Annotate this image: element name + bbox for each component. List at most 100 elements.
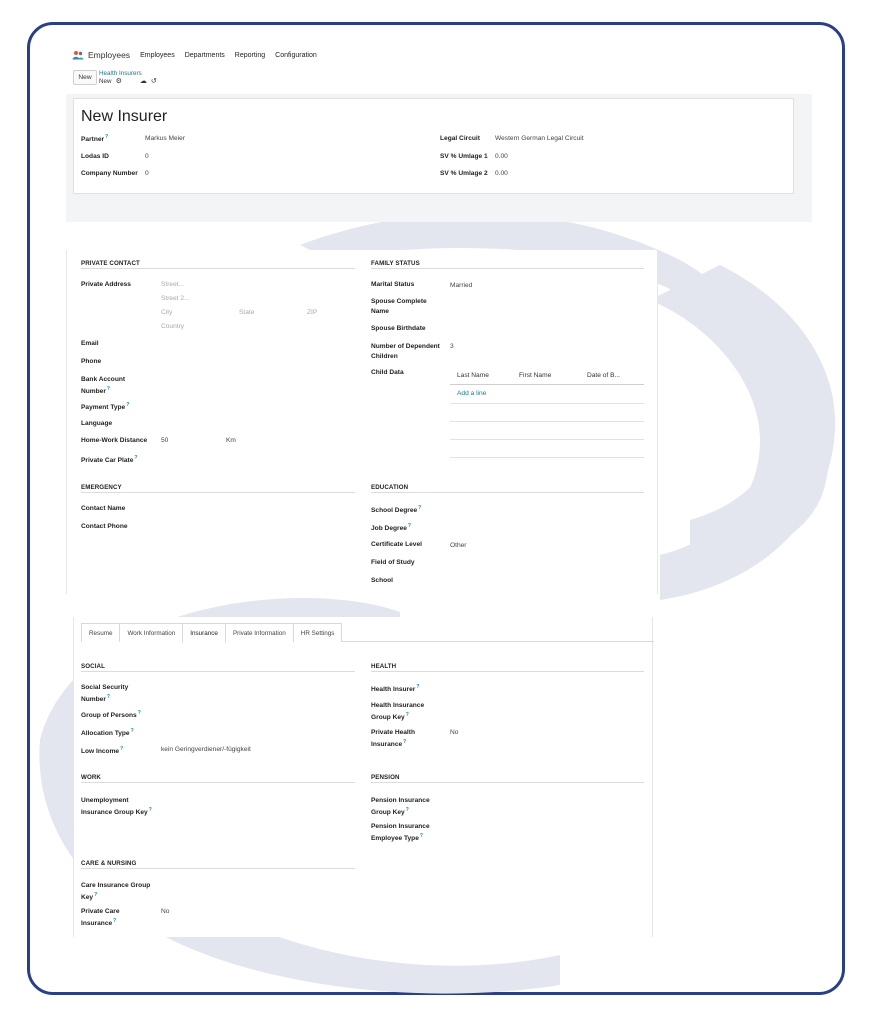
city-input[interactable]: City <box>161 309 172 316</box>
bank-account-label: Bank Account Number? <box>81 376 126 395</box>
employees-app-icon <box>72 51 84 60</box>
dependent-children-field[interactable]: 3 <box>450 342 454 352</box>
company-number-label: Company Number <box>81 170 138 177</box>
contact-phone-label: Contact Phone <box>81 523 128 530</box>
private-care-label: Private Care Insurance? <box>81 908 120 927</box>
partner-field[interactable]: Markus Meier <box>145 134 185 144</box>
page-title[interactable]: New Insurer <box>81 108 167 126</box>
help-icon: ? <box>106 385 110 392</box>
unemployment-key-label: Unemployment Insurance Group Key? <box>81 797 152 816</box>
help-icon: ? <box>148 806 152 813</box>
help-icon: ? <box>130 728 134 734</box>
help-icon: ? <box>113 917 117 924</box>
private-care-select[interactable]: No <box>161 907 169 917</box>
private-contact-heading: PRIVATE CONTACT <box>81 260 140 267</box>
sv-umlage-2-label: SV % Umlage 2 <box>440 170 488 177</box>
tab-resume[interactable]: Resume <box>81 623 121 642</box>
private-info-panel <box>66 250 658 594</box>
health-insurer-label: Health Insurer? <box>371 684 420 694</box>
pension-group-key-label: Pension Insurance Group Key? <box>371 797 430 816</box>
emergency-heading: EMERGENCY <box>81 484 122 491</box>
street-input[interactable]: Street... <box>161 281 184 288</box>
pension-heading: PENSION <box>371 774 400 781</box>
zip-input[interactable]: ZIP <box>307 309 317 316</box>
breadcrumb-current: New <box>99 78 112 85</box>
family-status-heading: FAMILY STATUS <box>371 260 420 267</box>
low-income-select[interactable]: kein Geringverdiener/-fügigkeit <box>161 745 251 755</box>
help-icon: ? <box>419 832 423 839</box>
tab-insurance[interactable]: Insurance <box>182 623 226 643</box>
column-date-of-birth[interactable]: Date of B... <box>587 372 620 379</box>
lodas-id-field[interactable]: 0 <box>145 152 149 162</box>
job-degree-label: Job Degree? <box>371 523 411 533</box>
cloud-save-icon[interactable]: ☁ <box>140 78 147 86</box>
company-number-field[interactable]: 0 <box>145 169 149 179</box>
sv-umlage-1-field[interactable]: 0.00 <box>495 152 508 162</box>
help-icon: ? <box>407 523 411 529</box>
dependent-children-label: Number of Dependent Children <box>371 343 440 360</box>
group-of-persons-label: Group of Persons? <box>81 710 141 720</box>
column-first-name[interactable]: First Name <box>519 372 551 379</box>
certificate-level-select[interactable]: Other <box>450 541 467 551</box>
home-work-distance-label: Home-Work Distance <box>81 437 148 444</box>
column-last-name[interactable]: Last Name <box>457 372 489 379</box>
private-health-select[interactable]: No <box>450 728 458 738</box>
contact-name-label: Contact Name <box>81 505 126 512</box>
app-name: Employees <box>88 50 131 60</box>
home-work-distance-field[interactable]: 50 <box>161 436 168 446</box>
help-icon: ? <box>416 684 420 690</box>
private-health-label: Private Health Insurance? <box>371 729 415 748</box>
discard-icon[interactable]: ↺ <box>151 78 157 86</box>
health-heading: HEALTH <box>371 663 397 670</box>
legal-circuit-field[interactable]: Western German Legal Circuit <box>495 134 584 144</box>
menu-departments[interactable]: Departments <box>185 52 225 59</box>
social-security-label: Social Security Number? <box>81 684 129 703</box>
email-label: Email <box>81 340 99 347</box>
allocation-type-label: Allocation Type? <box>81 728 134 738</box>
menu-configuration[interactable]: Configuration <box>275 52 317 59</box>
sv-umlage-1-label: SV % Umlage 1 <box>440 153 488 160</box>
phone-label: Phone <box>81 358 102 365</box>
street2-input[interactable]: Street 2... <box>161 295 190 302</box>
gear-icon[interactable]: ⚙ <box>116 78 122 86</box>
education-heading: EDUCATION <box>371 484 409 491</box>
help-icon: ? <box>134 455 138 461</box>
child-data-label: Child Data <box>371 369 404 376</box>
school-degree-label: School Degree? <box>371 505 422 515</box>
marital-status-select[interactable]: Married <box>450 281 472 291</box>
notebook-tabs: Resume Work Information Insurance Privat… <box>81 623 654 643</box>
add-line-link[interactable]: Add a line <box>457 390 486 397</box>
insurance-panel <box>73 617 653 937</box>
school-label: School <box>371 577 393 584</box>
payment-type-label: Payment Type? <box>81 402 130 412</box>
help-icon: ? <box>126 402 130 408</box>
help-icon: ? <box>405 806 409 813</box>
spouse-name-label: Spouse Complete Name <box>371 298 427 315</box>
tab-work-information[interactable]: Work Information <box>119 623 184 642</box>
sv-umlage-2-field[interactable]: 0.00 <box>495 169 508 179</box>
app-brand[interactable]: Employees <box>72 50 130 60</box>
menu-employees[interactable]: Employees <box>140 52 175 59</box>
social-heading: SOCIAL <box>81 663 105 670</box>
distance-unit: Km <box>226 437 236 444</box>
private-address-label: Private Address <box>81 281 131 288</box>
field-of-study-label: Field of Study <box>371 559 415 566</box>
help-icon: ? <box>403 738 407 745</box>
pension-employee-type-label: Pension Insurance Employee Type? <box>371 823 430 842</box>
language-label: Language <box>81 420 113 427</box>
breadcrumb: Health Insurers New ⚙ ☁ ↺ <box>99 70 157 86</box>
partner-label: Partner? <box>81 134 109 144</box>
state-select[interactable]: State <box>239 309 254 316</box>
private-car-plate-label: Private Car Plate? <box>81 455 138 465</box>
breadcrumb-parent-link[interactable]: Health Insurers <box>99 70 157 78</box>
care-nursing-heading: CARE & NURSING <box>81 860 137 867</box>
new-button[interactable]: New <box>73 70 97 85</box>
tab-private-information[interactable]: Private Information <box>224 623 294 642</box>
tab-hr-settings[interactable]: HR Settings <box>292 623 343 642</box>
top-navbar: Employees Employees Departments Reportin… <box>72 50 317 60</box>
menu-reporting[interactable]: Reporting <box>235 52 265 59</box>
country-select[interactable]: Country <box>161 323 184 330</box>
help-icon: ? <box>105 134 109 140</box>
certificate-level-label: Certificate Level <box>371 541 422 548</box>
help-icon: ? <box>418 505 422 511</box>
